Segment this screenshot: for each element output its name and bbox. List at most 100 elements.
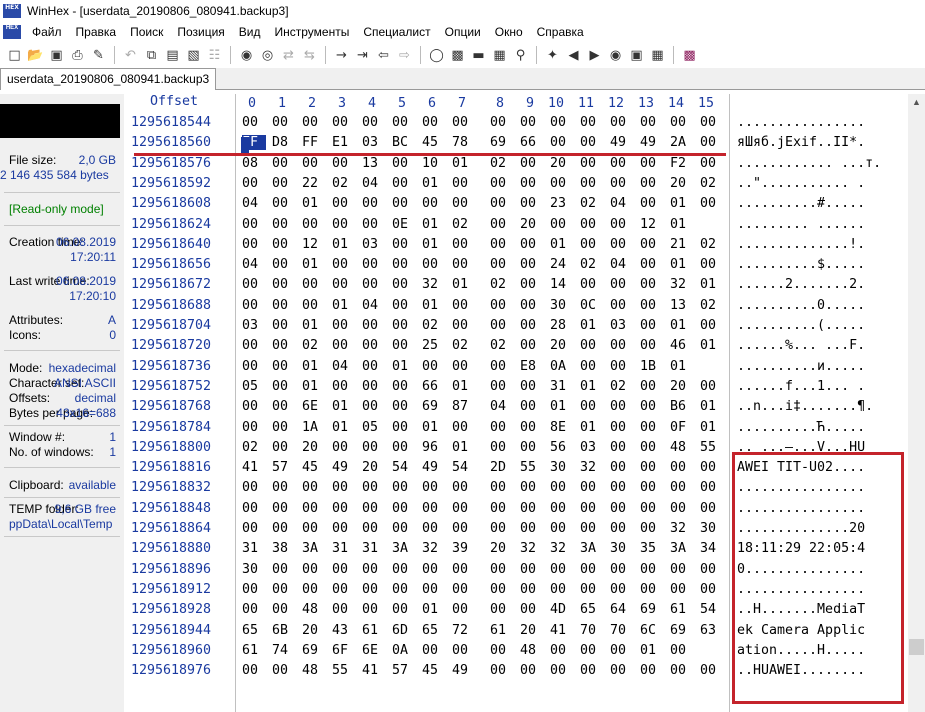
hex-byte[interactable]: 00 — [550, 582, 574, 597]
hex-byte[interactable]: 00 — [610, 643, 634, 658]
hex-byte[interactable]: 00 — [362, 359, 386, 374]
hex-byte[interactable]: 00 — [392, 115, 416, 130]
hex-byte[interactable]: 01 — [392, 359, 416, 374]
hex-byte[interactable]: 01 — [332, 237, 356, 252]
tab-document[interactable]: userdata_20190806_080941.backup3 — [0, 68, 217, 90]
hex-byte[interactable]: 32 — [422, 277, 446, 292]
hex-byte[interactable]: 00 — [332, 318, 356, 333]
hex-byte[interactable]: 00 — [520, 521, 544, 536]
hex-byte[interactable]: 03 — [242, 318, 266, 333]
hex-byte[interactable]: 00 — [362, 196, 386, 211]
ram-icon[interactable]: ▩ — [447, 45, 468, 65]
hex-byte[interactable]: 01 — [422, 217, 446, 232]
hex-byte[interactable]: 00 — [242, 602, 266, 617]
hex-byte[interactable]: 46 — [670, 338, 694, 353]
hex-byte[interactable]: 32 — [580, 460, 604, 475]
hex-byte[interactable]: 00 — [610, 156, 634, 171]
hex-byte[interactable]: 02 — [422, 318, 446, 333]
hex-byte[interactable]: 00 — [242, 277, 266, 292]
hex-byte[interactable]: 00 — [640, 460, 664, 475]
hex-byte[interactable]: 00 — [392, 257, 416, 272]
hex-byte[interactable]: 65 — [422, 623, 446, 638]
hex-byte[interactable]: 00 — [272, 196, 296, 211]
hex-byte[interactable]: 00 — [520, 176, 544, 191]
hex-byte[interactable]: 3A — [302, 541, 326, 556]
hex-byte[interactable]: 49 — [452, 663, 476, 678]
hex-byte[interactable]: 00 — [272, 562, 296, 577]
hex-byte[interactable]: 00 — [422, 643, 446, 658]
hex-byte[interactable]: 38 — [272, 541, 296, 556]
open-file-icon[interactable]: 📂 — [25, 45, 46, 65]
hex-byte[interactable]: 66 — [422, 379, 446, 394]
hex-byte[interactable]: 6E — [302, 399, 326, 414]
hex-byte[interactable]: 00 — [452, 521, 476, 536]
hex-byte[interactable]: 00 — [520, 602, 544, 617]
hex-byte[interactable]: 20 — [362, 460, 386, 475]
hex-byte[interactable]: 00 — [422, 582, 446, 597]
hex-byte[interactable]: 25 — [422, 338, 446, 353]
hex-byte[interactable]: 00 — [362, 257, 386, 272]
find-hex-icon[interactable]: ◎ — [257, 45, 278, 65]
hex-byte[interactable]: 64 — [610, 602, 634, 617]
hex-byte[interactable]: 20 — [550, 338, 574, 353]
row-offset[interactable]: 1295618976 — [131, 663, 211, 678]
hex-byte[interactable]: 02 — [580, 257, 604, 272]
row-offset[interactable]: 1295618720 — [131, 338, 211, 353]
hex-byte[interactable]: 2A — [670, 135, 694, 150]
hex-byte[interactable]: 00 — [610, 480, 634, 495]
copy-hex-icon[interactable]: ☷ — [204, 45, 225, 65]
disk-icon[interactable]: ◯ — [426, 45, 447, 65]
hex-byte[interactable]: 00 — [550, 176, 574, 191]
ascii-text[interactable]: ..........(..... — [737, 318, 865, 333]
hex-byte[interactable]: 00 — [242, 237, 266, 252]
hex-byte[interactable]: 00 — [550, 562, 574, 577]
hex-byte[interactable]: 00 — [670, 115, 694, 130]
hex-byte[interactable]: 03 — [362, 237, 386, 252]
hex-byte[interactable]: 6F — [332, 643, 356, 658]
row-offset[interactable]: 1295618560 — [131, 135, 211, 150]
hex-byte[interactable]: 00 — [640, 298, 664, 313]
hex-byte[interactable]: 01 — [332, 298, 356, 313]
hex-byte[interactable]: 00 — [392, 156, 416, 171]
hex-byte[interactable]: 00 — [520, 298, 544, 313]
row-offset[interactable]: 1295618784 — [131, 420, 211, 435]
menu-tools[interactable]: Инструменты — [268, 25, 357, 39]
hex-byte[interactable]: 00 — [392, 420, 416, 435]
binoculars-icon[interactable]: ◉ — [605, 45, 626, 65]
hex-byte[interactable]: 00 — [332, 480, 356, 495]
hex-byte[interactable]: 66 — [520, 135, 544, 150]
hex-byte[interactable]: 00 — [422, 359, 446, 374]
row-offset[interactable]: 1295618944 — [131, 623, 211, 638]
row-offset[interactable]: 1295618832 — [131, 480, 211, 495]
hex-byte[interactable]: 00 — [392, 318, 416, 333]
hex-byte[interactable]: 00 — [610, 115, 634, 130]
hex-byte[interactable]: 00 — [452, 501, 476, 516]
row-offset[interactable]: 1295618752 — [131, 379, 211, 394]
hex-byte[interactable]: 01 — [670, 359, 694, 374]
hex-byte[interactable]: 00 — [610, 237, 634, 252]
hex-byte[interactable]: 6E — [362, 643, 386, 658]
hex-byte[interactable]: 00 — [242, 480, 266, 495]
hex-byte[interactable]: 00 — [580, 115, 604, 130]
hex-byte[interactable]: BC — [392, 135, 416, 150]
hex-byte[interactable]: 00 — [700, 115, 724, 130]
replace-icon[interactable]: ⇄ — [278, 45, 299, 65]
hex-byte[interactable]: 00 — [550, 115, 574, 130]
hex-byte[interactable]: 48 — [520, 643, 544, 658]
hex-byte[interactable]: 00 — [362, 440, 386, 455]
hex-byte[interactable]: 00 — [392, 379, 416, 394]
ascii-text[interactable]: ..........Ћ..... — [737, 420, 865, 435]
row-offset[interactable]: 1295618576 — [131, 156, 211, 171]
hex-byte[interactable]: 01 — [452, 277, 476, 292]
hex-byte[interactable]: 00 — [392, 602, 416, 617]
hex-byte[interactable]: 00 — [580, 277, 604, 292]
hex-byte[interactable]: 00 — [242, 217, 266, 232]
hex-byte[interactable]: 00 — [272, 379, 296, 394]
hex-byte[interactable]: 00 — [700, 156, 724, 171]
hex-byte[interactable]: 01 — [332, 420, 356, 435]
hex-byte[interactable]: 00 — [640, 582, 664, 597]
hex-byte[interactable]: 00 — [452, 318, 476, 333]
hex-byte[interactable]: 02 — [700, 176, 724, 191]
hex-byte[interactable]: 00 — [490, 379, 514, 394]
hex-byte[interactable]: 8E — [550, 420, 574, 435]
